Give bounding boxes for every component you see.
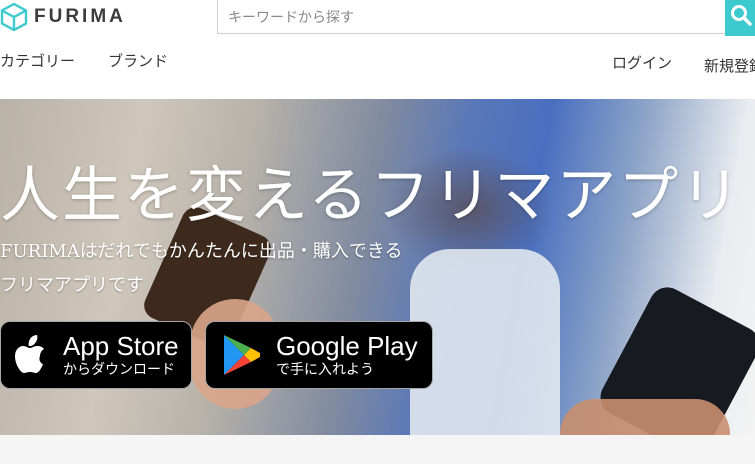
section-divider <box>0 435 755 464</box>
login-link[interactable]: ログイン <box>612 52 672 73</box>
search-button[interactable] <box>725 0 755 36</box>
google-play-sublabel: で手に入れよう <box>276 361 374 378</box>
search-input[interactable] <box>217 0 725 34</box>
nav-brand[interactable]: ブランド <box>108 50 168 71</box>
search-bar <box>217 0 755 36</box>
app-store-sublabel: からダウンロード <box>63 361 175 378</box>
nav-category[interactable]: カテゴリー <box>0 50 75 71</box>
hero-title: 人生を変えるフリマアプリ <box>0 161 743 231</box>
app-store-label: App Store <box>63 330 179 361</box>
hero-banner: 人生を変えるフリマアプリ FURIMAはだれでもかんたんに出品・購入できる フリ… <box>0 99 755 435</box>
hero-subtitle: FURIMAはだれでもかんたんに出品・購入できる <box>0 241 403 262</box>
apple-icon <box>15 335 44 373</box>
google-play-label: Google Play <box>276 330 418 361</box>
google-play-icon <box>224 335 260 375</box>
hero-photo-hand <box>560 399 730 435</box>
search-icon <box>731 5 752 26</box>
app-store-badge[interactable]: App Store からダウンロード <box>0 321 192 389</box>
hero-subtitle: フリマアプリです <box>0 275 144 296</box>
logo-cube-icon <box>0 2 28 32</box>
logo-text: FURIMA <box>34 6 126 27</box>
google-play-badge[interactable]: Google Play で手に入れよう <box>205 321 433 389</box>
logo[interactable]: FURIMA <box>0 0 126 34</box>
signup-link[interactable]: 新規登録 <box>704 55 755 76</box>
